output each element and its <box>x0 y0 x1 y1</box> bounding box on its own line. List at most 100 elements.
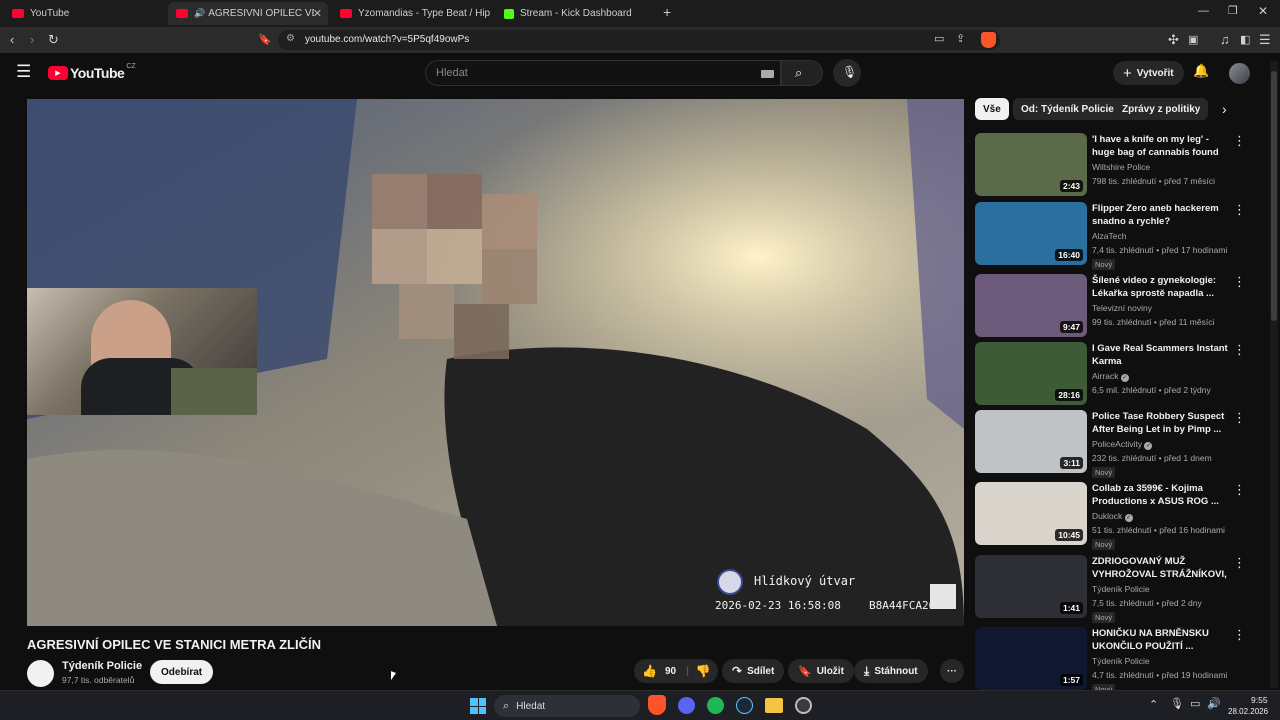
video-thumbnail[interactable]: 16:40 <box>975 202 1087 265</box>
file-explorer-icon[interactable] <box>765 698 783 713</box>
chip-all[interactable]: Vše <box>975 98 1009 120</box>
brave-browser-icon[interactable] <box>648 695 666 715</box>
voice-search-button[interactable]: 🎙 <box>833 59 861 87</box>
obs-icon[interactable] <box>795 697 812 714</box>
sidebar-toggle-icon[interactable]: ◧ <box>1240 27 1250 53</box>
recommendation-title[interactable]: Šílené video z gynekologie: Lékařka spro… <box>1092 274 1228 300</box>
dislike-button-icon[interactable]: 👎 <box>696 664 711 678</box>
recommendation-channel[interactable]: Týdeník Policie <box>1092 656 1150 666</box>
reload-icon[interactable]: ↻ <box>48 27 59 53</box>
search-input[interactable]: Hledat <box>425 60 781 86</box>
tray-mic-icon[interactable]: 🎙 <box>1170 697 1184 710</box>
recommendation-title[interactable]: Police Tase Robbery Suspect After Being … <box>1092 410 1228 436</box>
more-options-icon[interactable]: ⋮ <box>1233 274 1246 290</box>
more-options-icon[interactable]: ⋮ <box>1233 410 1246 426</box>
recommendation-title[interactable]: ZDRIOGOVANÝ MUŽ VYHROŽOVAL STRÁŽNÍKOVI, … <box>1092 555 1228 582</box>
address-bar[interactable]: ⚙ youtube.com/watch?v=5P5qf49owPs ▭ ⇪ <box>278 30 1000 50</box>
video-player[interactable]: Hlídkový útvar 2026-02-23 16:58:08 B8A44… <box>27 99 964 626</box>
like-count[interactable]: 90 <box>665 666 676 677</box>
back-icon[interactable]: ‹ <box>10 27 14 53</box>
recommendation-channel[interactable]: AlzaTech <box>1092 231 1127 241</box>
notifications-bell-icon[interactable]: 🔔 <box>1193 63 1209 79</box>
bookmark-icon[interactable]: 🔖 <box>258 27 272 53</box>
video-thumbnail[interactable]: 2:43 <box>975 133 1087 196</box>
recommendation-item[interactable]: 28:16 I Gave Real Scammers Instant Karma A… <box>975 342 1255 406</box>
spotify-icon[interactable] <box>707 697 724 714</box>
share-button[interactable]: ↷ Sdílet <box>722 659 785 683</box>
recommendation-item[interactable]: 16:40 Flipper Zero aneb hackerem snadno a… <box>975 202 1255 270</box>
chevron-right-icon[interactable]: › <box>1222 101 1227 117</box>
more-options-icon[interactable]: ⋮ <box>1233 555 1246 571</box>
tray-chevron-icon[interactable]: ⌃ <box>1149 698 1158 711</box>
youtube-logo[interactable]: ▶ YouTube CZ <box>48 63 136 81</box>
recommendation-channel[interactable]: Duklock ✓ <box>1092 511 1133 522</box>
recommendation-item[interactable]: 1:57 HONIČKU NA BRNĚNSKU UKONČILO POUŽITÍ… <box>975 627 1255 695</box>
steam-icon[interactable] <box>736 697 753 714</box>
scrollbar-thumb[interactable] <box>1271 71 1277 321</box>
tray-volume-icon[interactable]: 🔊 <box>1207 697 1221 710</box>
windows-start-icon[interactable] <box>470 698 486 714</box>
recommendation-channel[interactable]: PoliceActivity ✓ <box>1092 439 1153 450</box>
minimize-button[interactable]: — <box>1198 5 1209 17</box>
close-window-button[interactable]: ✕ <box>1258 4 1268 18</box>
menu-icon[interactable]: ☰ <box>1259 27 1271 53</box>
tab-current-video[interactable]: 🔊 AGRESIVNÍ OPILEC VE STANI ✕ <box>168 2 328 25</box>
close-tab-icon[interactable]: ✕ <box>313 7 322 20</box>
subscribe-button[interactable]: Odebírat <box>150 660 214 684</box>
recommendation-item[interactable]: 10:45 Collab za 3599€ - Kojima Production… <box>975 482 1255 550</box>
recommendation-channel[interactable]: Wiltshire Police <box>1092 162 1150 172</box>
more-options-icon[interactable]: ⋮ <box>1233 202 1246 218</box>
video-thumbnail[interactable]: 9:47 <box>975 274 1087 337</box>
site-info-icon[interactable]: ⚙ <box>286 33 295 44</box>
recommendation-channel[interactable]: Televizní noviny <box>1092 303 1152 313</box>
page-scrollbar[interactable] <box>1270 61 1278 688</box>
tab-youtube[interactable]: YouTube <box>4 2 164 25</box>
hamburger-menu-icon[interactable]: ☰ <box>16 62 31 82</box>
tray-network-icon[interactable]: ▭ <box>1190 697 1200 710</box>
recommendation-channel[interactable]: Airrack ✓ <box>1092 371 1129 382</box>
restore-button[interactable]: ❐ <box>1228 4 1238 17</box>
video-thumbnail[interactable]: 10:45 <box>975 482 1087 545</box>
video-thumbnail[interactable]: 1:57 <box>975 627 1087 690</box>
recommendation-title[interactable]: 'I have a knife on my leg' - huge bag of… <box>1092 133 1228 160</box>
search-button[interactable]: ⌕ <box>781 60 823 86</box>
recommendation-item[interactable]: 9:47 Šílené video z gynekologie: Lékařka … <box>975 274 1255 338</box>
more-options-icon[interactable]: ⋮ <box>1233 133 1246 149</box>
video-thumbnail[interactable]: 3:11 <box>975 410 1087 473</box>
more-actions-button[interactable]: ··· <box>940 659 964 683</box>
download-button[interactable]: ⤓ Stáhnout <box>854 659 928 683</box>
recommendation-channel[interactable]: Týdeník Policie <box>1092 584 1150 594</box>
channel-name[interactable]: Týdeník Policie <box>62 660 142 672</box>
like-button-icon[interactable]: 👍 <box>642 664 657 678</box>
clock-date[interactable]: 28.02.2026 <box>1228 707 1268 716</box>
recommendation-title[interactable]: Flipper Zero aneb hackerem snadno a rych… <box>1092 202 1228 228</box>
discord-icon[interactable] <box>678 697 695 714</box>
create-button[interactable]: + Vytvořit <box>1113 61 1184 85</box>
extensions-icon[interactable]: ✣ <box>1168 27 1179 53</box>
wallet-icon[interactable]: ▣ <box>1188 27 1198 53</box>
keyboard-icon[interactable] <box>761 70 774 78</box>
taskbar-search[interactable]: ⌕ Hledat <box>494 695 640 717</box>
share-page-icon[interactable]: ⇪ <box>956 32 965 45</box>
recommendation-item[interactable]: 2:43 'I have a knife on my leg' - huge ba… <box>975 133 1255 197</box>
cast-icon[interactable]: ▭ <box>934 32 944 45</box>
chip-politics-news[interactable]: Zprávy z politiky <box>1114 98 1209 120</box>
tab-kick-dashboard[interactable]: Stream - Kick Dashboard <box>496 2 656 25</box>
media-icon[interactable]: ♫ <box>1220 27 1230 53</box>
recommendation-title[interactable]: HONIČKU NA BRNĚNSKU UKONČILO POUŽITÍ ... <box>1092 627 1228 653</box>
avatar[interactable] <box>1229 63 1250 84</box>
chip-from-channel[interactable]: Od: Týdeník Policie <box>1013 98 1122 120</box>
recommendation-item[interactable]: 1:41 ZDRIOGOVANÝ MUŽ VYHROŽOVAL STRÁŽNÍKO… <box>975 555 1255 623</box>
brave-shield-icon[interactable] <box>981 32 996 48</box>
video-thumbnail[interactable]: 28:16 <box>975 342 1087 405</box>
clock-time[interactable]: 9:55 <box>1251 695 1268 705</box>
recommendation-title[interactable]: Collab za 3599€ - Kojima Productions x A… <box>1092 482 1228 508</box>
save-button[interactable]: 🔖 Uložit <box>788 659 854 683</box>
more-options-icon[interactable]: ⋮ <box>1233 482 1246 498</box>
channel-avatar[interactable] <box>27 660 54 687</box>
more-options-icon[interactable]: ⋮ <box>1233 342 1246 358</box>
video-thumbnail[interactable]: 1:41 <box>975 555 1087 618</box>
new-tab-button[interactable]: + <box>663 4 671 20</box>
recommendation-item[interactable]: 3:11 Police Tase Robbery Suspect After Be… <box>975 410 1255 478</box>
more-options-icon[interactable]: ⋮ <box>1233 627 1246 643</box>
